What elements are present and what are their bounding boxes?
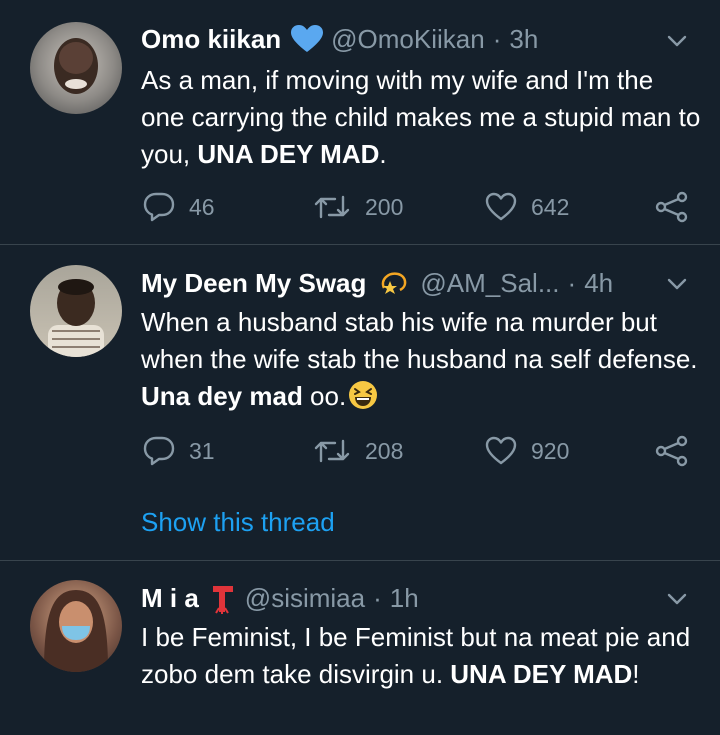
reply-icon	[143, 436, 175, 466]
tweet-text-bold: Una dey mad	[141, 381, 303, 411]
like-count: 920	[531, 437, 570, 464]
retweet-count: 208	[365, 437, 404, 464]
tweet-actions: 46 200 642	[141, 190, 701, 224]
retweet-icon	[313, 192, 351, 222]
separator-dot: ·	[373, 582, 382, 613]
reply-icon	[143, 192, 175, 222]
like-count: 642	[531, 193, 570, 220]
reply-button[interactable]: 31	[143, 434, 215, 468]
tweet-2[interactable]: My Deen My Swag @AM_Sal... · 4h When a h…	[0, 245, 720, 560]
tweet-text: When a husband stab his wife na murder b…	[141, 304, 701, 415]
red-scarf-icon	[209, 582, 237, 614]
user-handle[interactable]: @OmoKiikan	[331, 24, 485, 55]
chevron-down-icon[interactable]	[664, 271, 690, 297]
tweet-actions: 31 208 920	[141, 434, 701, 468]
like-button[interactable]: 642	[485, 190, 569, 224]
tweet-timestamp[interactable]: 3h	[509, 24, 538, 55]
share-button[interactable]	[655, 190, 689, 224]
like-button[interactable]: 920	[485, 434, 569, 468]
tweet-timestamp[interactable]: 1h	[390, 583, 419, 614]
tweet-text: I be Feminist, I be Feminist but na meat…	[141, 619, 701, 693]
tweet-timestamp[interactable]: 4h	[584, 268, 613, 299]
share-icon	[655, 191, 689, 223]
reply-button[interactable]: 46	[143, 190, 215, 224]
tweet-text-bold: UNA DEY MAD	[450, 659, 633, 689]
retweet-button[interactable]: 200	[313, 190, 403, 224]
tweet-text-tail: oo.	[302, 381, 347, 411]
reply-count: 31	[189, 437, 215, 464]
retweet-button[interactable]: 208	[313, 434, 403, 468]
share-icon	[655, 435, 689, 467]
retweet-icon	[313, 436, 351, 466]
tweet-text-tail: .	[379, 139, 387, 169]
separator-dot: ·	[567, 267, 577, 298]
reply-count: 46	[189, 193, 215, 220]
tweet-text-bold: UNA DEY MAD	[197, 139, 380, 169]
retweet-count: 200	[365, 193, 404, 220]
tweet-text: As a man, if moving with my wife and I'm…	[141, 62, 701, 173]
user-handle[interactable]: @sisimiaa	[245, 583, 365, 614]
dizzy-star-icon	[378, 268, 412, 298]
heart-icon	[485, 192, 517, 222]
display-name[interactable]: M i a	[141, 583, 199, 614]
tweet-3[interactable]: M i a @sisimiaa · 1h I be Feminist, I be…	[0, 561, 720, 735]
show-thread-link[interactable]: Show this thread	[141, 507, 335, 538]
tweet-text-tail: !	[632, 659, 640, 689]
tweet-1[interactable]: Omo kiikan @OmoKiikan · 3h As a man, if …	[0, 0, 720, 244]
blue-heart-icon	[291, 25, 324, 53]
display-name[interactable]: My Deen My Swag	[141, 268, 366, 299]
tweet-header: Omo kiikan @OmoKiikan · 3h	[141, 22, 538, 56]
avatar[interactable]	[30, 265, 122, 357]
chevron-down-icon[interactable]	[664, 28, 690, 54]
heart-icon	[485, 436, 517, 466]
share-button[interactable]	[655, 434, 689, 468]
user-handle[interactable]: @AM_Sal...	[420, 268, 559, 299]
display-name[interactable]: Omo kiikan	[141, 24, 281, 55]
tweet-text-plain: When a husband stab his wife na murder b…	[141, 307, 698, 374]
chevron-down-icon[interactable]	[664, 586, 690, 612]
separator-dot: ·	[492, 23, 502, 54]
tweet-header: My Deen My Swag @AM_Sal... · 4h	[141, 266, 613, 300]
avatar[interactable]	[30, 22, 122, 114]
grinning-squinting-face-icon	[348, 380, 378, 410]
avatar[interactable]	[30, 580, 122, 672]
tweet-header: M i a @sisimiaa · 1h	[141, 581, 419, 615]
